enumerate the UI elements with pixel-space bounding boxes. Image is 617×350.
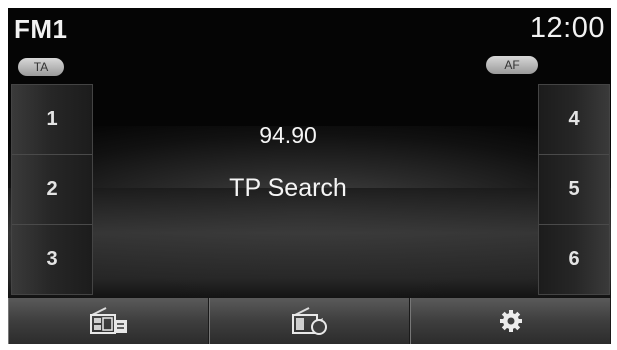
radio-list-button[interactable] bbox=[8, 298, 209, 344]
band-label: FM1 bbox=[14, 14, 68, 44]
preset-button-4[interactable]: 4 bbox=[539, 85, 609, 155]
preset-button-6[interactable]: 6 bbox=[539, 225, 609, 294]
preset-button-5[interactable]: 5 bbox=[539, 155, 609, 225]
preset-column-right: 4 5 6 bbox=[538, 84, 610, 295]
radio-list-icon bbox=[88, 306, 130, 336]
background-band bbox=[8, 188, 611, 301]
status-text: TP Search bbox=[229, 174, 347, 202]
af-toggle-button[interactable]: AF bbox=[486, 56, 538, 74]
preset-button-2[interactable]: 2 bbox=[12, 155, 92, 225]
gear-icon bbox=[498, 308, 524, 334]
radio-screen: FM1 12:00 TA AF 1 2 3 4 5 6 94.90 TP Sea… bbox=[8, 8, 611, 344]
radio-scan-button[interactable] bbox=[209, 298, 410, 344]
radio-scan-icon bbox=[289, 306, 331, 336]
bottom-toolbar bbox=[8, 298, 611, 344]
settings-button[interactable] bbox=[410, 298, 611, 344]
preset-button-3[interactable]: 3 bbox=[12, 225, 92, 294]
preset-button-1[interactable]: 1 bbox=[12, 85, 92, 155]
preset-column-left: 1 2 3 bbox=[11, 84, 93, 295]
clock: 12:00 bbox=[529, 12, 605, 44]
ta-toggle-button[interactable]: TA bbox=[18, 58, 64, 76]
frequency-display: 94.90 bbox=[259, 122, 317, 148]
